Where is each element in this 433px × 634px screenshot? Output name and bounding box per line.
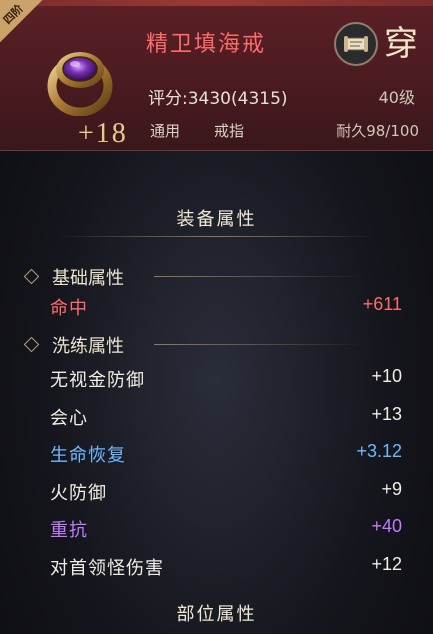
attribute-label: 对首领怪伤害 bbox=[50, 557, 164, 579]
item-name: 精卫填海戒 bbox=[146, 32, 267, 57]
attribute-value: +9 bbox=[381, 478, 402, 499]
attribute-value: +40 bbox=[371, 516, 402, 536]
attribute-label: 火防御 bbox=[50, 482, 107, 504]
attribute-value: +10 bbox=[371, 366, 402, 386]
attribute-value: +13 bbox=[371, 403, 402, 424]
attribute-label: 无视金防御 bbox=[50, 370, 145, 391]
attribute-label: 会心 bbox=[50, 407, 88, 429]
attribute-row: 命中 +611 bbox=[50, 294, 406, 320]
level-requirement: 40级 bbox=[378, 88, 415, 107]
top-band bbox=[0, 0, 433, 6]
item-type: 通用 bbox=[150, 122, 181, 140]
durability: 耐久98/100 bbox=[336, 122, 419, 140]
item-header: 四阶 +18 精卫填海戒 穿 评分:3430(4315) 40级 通用 戒指 耐… bbox=[0, 0, 433, 151]
equip-button[interactable]: 穿 bbox=[384, 16, 418, 65]
tier-badge: 四阶 bbox=[0, 0, 44, 44]
score: 评分:3430(4315) bbox=[148, 89, 288, 109]
attribute-value: +3.12 bbox=[356, 441, 402, 461]
subheader-base-label: 基础属性 bbox=[52, 268, 124, 289]
scroll-icon[interactable] bbox=[334, 22, 378, 66]
attribute-value: +611 bbox=[362, 294, 402, 314]
section-divider bbox=[60, 236, 373, 237]
attribute-label: 重抗 bbox=[50, 520, 88, 541]
attribute-row: 无视金防御 +10 bbox=[50, 366, 406, 392]
section-title-equip: 装备属性 bbox=[176, 209, 257, 230]
attribute-label: 生命恢复 bbox=[50, 445, 126, 466]
attribute-value: +12 bbox=[371, 553, 402, 574]
attribute-label: 命中 bbox=[50, 298, 88, 319]
section-title-part: 部位属性 bbox=[176, 604, 257, 625]
attribute-row: 火防御 +9 bbox=[50, 479, 406, 505]
ring-icon bbox=[47, 52, 113, 116]
diamond-icon bbox=[23, 336, 40, 353]
attribute-row: 生命恢复 +3.12 bbox=[50, 441, 406, 467]
attribute-row: 会心 +13 bbox=[50, 404, 406, 430]
subheader-refine-label: 洗练属性 bbox=[52, 336, 124, 357]
diamond-icon bbox=[23, 268, 40, 285]
enhance-level: +18 bbox=[78, 118, 128, 149]
item-tooltip: 四阶 +18 精卫填海戒 穿 评分:3430(4315) 40级 通用 戒指 耐… bbox=[0, 0, 433, 634]
attribute-row: 对首领怪伤害 +12 bbox=[50, 554, 406, 580]
item-slot: 戒指 bbox=[214, 122, 245, 140]
attribute-row: 重抗 +40 bbox=[50, 516, 406, 542]
